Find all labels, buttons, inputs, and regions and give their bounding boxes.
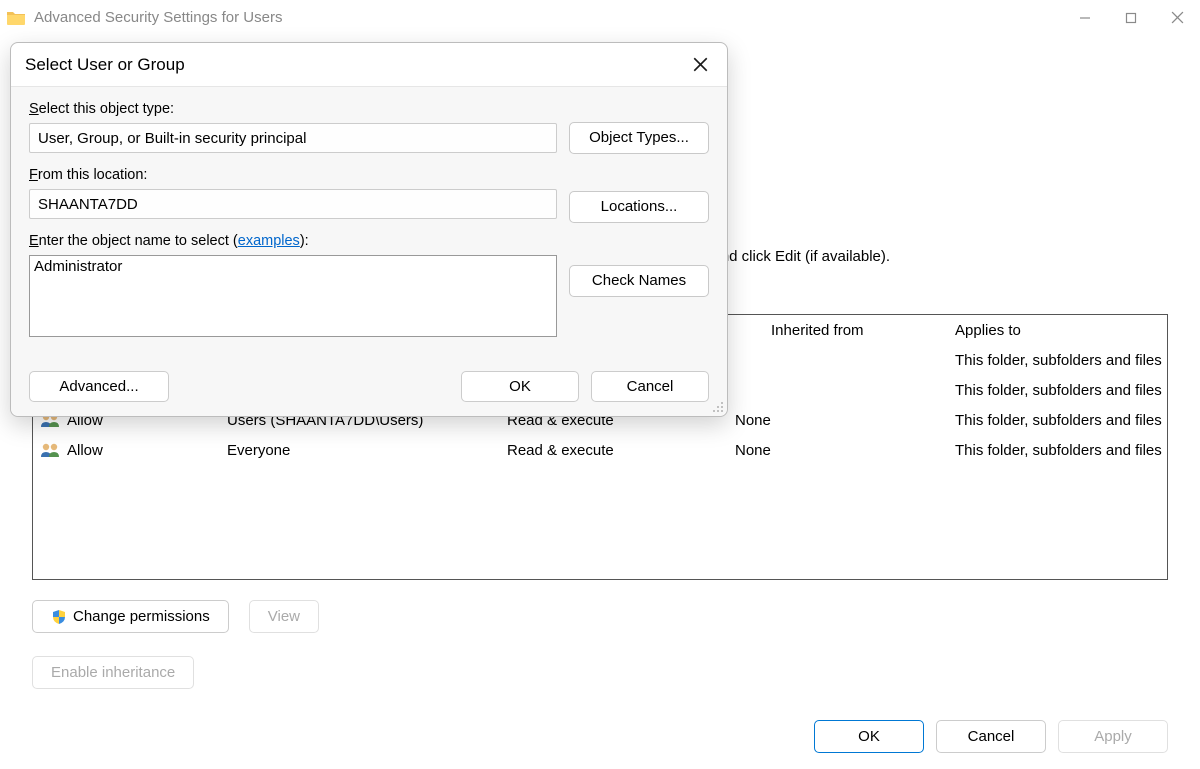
table-row[interactable]: Allow Everyone Read & execute None This … (33, 435, 1167, 465)
locations-button[interactable]: Locations... (569, 191, 709, 223)
maximize-button[interactable] (1108, 3, 1154, 33)
examples-link[interactable]: examples (238, 233, 300, 249)
select-user-dialog: Select User or Group Select this object … (10, 42, 728, 417)
resize-gripper-icon[interactable] (711, 400, 725, 414)
object-name-input[interactable] (29, 255, 557, 337)
view-label: View (268, 608, 300, 625)
parent-footer: OK Cancel Apply (814, 720, 1168, 753)
view-button[interactable]: View (249, 600, 319, 633)
location-field: SHAANTA7DD (29, 189, 557, 219)
location-value: SHAANTA7DD (38, 196, 138, 213)
dialog-close-button[interactable] (685, 50, 715, 80)
enable-inheritance-label: Enable inheritance (51, 664, 175, 681)
inherited-cell: None (735, 442, 955, 459)
advanced-button[interactable]: Advanced... (29, 371, 169, 402)
principal-cell: Everyone (227, 442, 507, 459)
check-names-button[interactable]: Check Names (569, 265, 709, 297)
parent-cancel-button[interactable]: Cancel (936, 720, 1046, 753)
inherited-cell: None (735, 412, 955, 429)
parent-apply-button[interactable]: Apply (1058, 720, 1168, 753)
applies-cell: This folder, subfolders and files (955, 442, 1167, 459)
object-type-value: User, Group, or Built-in security princi… (38, 130, 306, 147)
change-permissions-button[interactable]: Change permissions (32, 600, 229, 633)
people-icon (39, 442, 61, 458)
applies-cell: This folder, subfolders and files (955, 352, 1167, 369)
parent-ok-button[interactable]: OK (814, 720, 924, 753)
minimize-button[interactable] (1062, 3, 1108, 33)
object-type-field: User, Group, or Built-in security princi… (29, 123, 557, 153)
object-types-button[interactable]: Object Types... (569, 122, 709, 154)
enter-name-label: Enter the object name to select (example… (29, 233, 709, 249)
change-permissions-label: Change permissions (73, 608, 210, 625)
location-label: From this location: (29, 167, 709, 183)
object-type-label: Select this object type: (29, 101, 709, 117)
window-controls (1062, 3, 1200, 33)
dialog-ok-button[interactable]: OK (461, 371, 579, 402)
dialog-body: Select this object type: User, Group, or… (11, 87, 727, 416)
enable-inheritance-button[interactable]: Enable inheritance (32, 656, 194, 689)
applies-cell: This folder, subfolders and files (955, 412, 1167, 429)
dialog-footer: Advanced... OK Cancel (29, 371, 709, 402)
folder-icon (6, 8, 26, 28)
col-applies: Applies to (955, 322, 1167, 339)
parent-titlebar: Advanced Security Settings for Users (0, 0, 1200, 35)
applies-cell: This folder, subfolders and files (955, 382, 1167, 399)
type-cell: Allow (67, 442, 103, 459)
close-button[interactable] (1154, 3, 1200, 33)
dialog-cancel-button[interactable]: Cancel (591, 371, 709, 402)
shield-icon (51, 609, 67, 625)
access-cell: Read & execute (507, 442, 735, 459)
dialog-title: Select User or Group (25, 55, 185, 75)
parent-title: Advanced Security Settings for Users (34, 9, 282, 26)
dialog-titlebar: Select User or Group (11, 43, 727, 87)
col-inherited: Inherited from (735, 322, 955, 339)
